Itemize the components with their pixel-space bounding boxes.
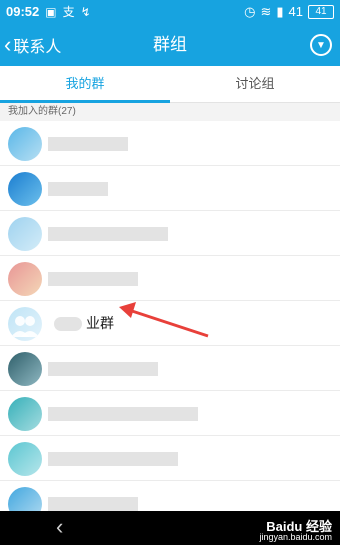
nav-bar: 群组 ‹ 联系人 ▼ [0,23,340,66]
group-name: 业群 [86,315,114,331]
tab-discussion-groups[interactable]: 讨论组 [170,66,340,102]
group-row[interactable] [0,211,340,256]
obscured-group-name [48,497,138,511]
obscured-group-name [48,227,168,241]
watermark-logo: Baidu 经验 [266,519,332,534]
alarm-icon: ◷ [244,3,256,19]
obscured-group-name [48,362,158,376]
image-icon: ▣ [45,4,57,19]
section-header: 我加入的群(27) [0,103,340,121]
chevron-left-icon: ‹ [4,31,12,57]
battery-indicator: 41 [308,4,334,19]
wifi-icon: ≋ [260,3,272,19]
group-avatar [8,397,42,431]
obscured-group-name [48,452,178,466]
system-nav-bar: ‹ Baidu 经验 jingyan.baidu.com [0,511,340,545]
obscured-group-name [48,407,198,421]
group-row[interactable] [0,391,340,436]
signal-icon: ▮ [276,3,284,19]
group-row[interactable]: 业群 [0,301,340,346]
back-button-label: 联系人 [13,38,62,56]
group-row[interactable] [0,346,340,391]
obscured-group-name [48,137,128,151]
back-button[interactable]: ‹ 联系人 [4,23,61,66]
obscured-name-prefix [54,317,82,331]
tab-my-groups[interactable]: 我的群 [0,66,170,103]
signal-strength: 41 [288,4,303,19]
tab-bar: 我的群 讨论组 [0,66,340,103]
watermark: Baidu 经验 jingyan.baidu.com [259,519,332,543]
sogou-icon: 支 [62,5,75,19]
group-avatar [8,127,42,161]
status-bar: 09:52 ▣ 支 ↯ ◷ ≋ ▮ 41 41 [0,0,340,23]
group-avatar [8,442,42,476]
usb-icon: ↯ [80,4,91,19]
back-chevron-icon[interactable]: ‹ [56,511,63,545]
chevron-down-circle-icon[interactable]: ▼ [310,34,332,56]
group-list: 业群 [0,121,340,526]
obscured-group-name [48,272,138,286]
group-row[interactable] [0,436,340,481]
group-row[interactable] [0,121,340,166]
obscured-group-name [48,182,108,196]
group-avatar [8,307,42,341]
group-row[interactable] [0,256,340,301]
status-time: 09:52 [6,4,40,19]
group-avatar [8,262,42,296]
group-row[interactable] [0,166,340,211]
group-avatar [8,172,42,206]
group-avatar [8,217,42,251]
group-avatar [8,352,42,386]
watermark-url: jingyan.baidu.com [259,532,332,542]
